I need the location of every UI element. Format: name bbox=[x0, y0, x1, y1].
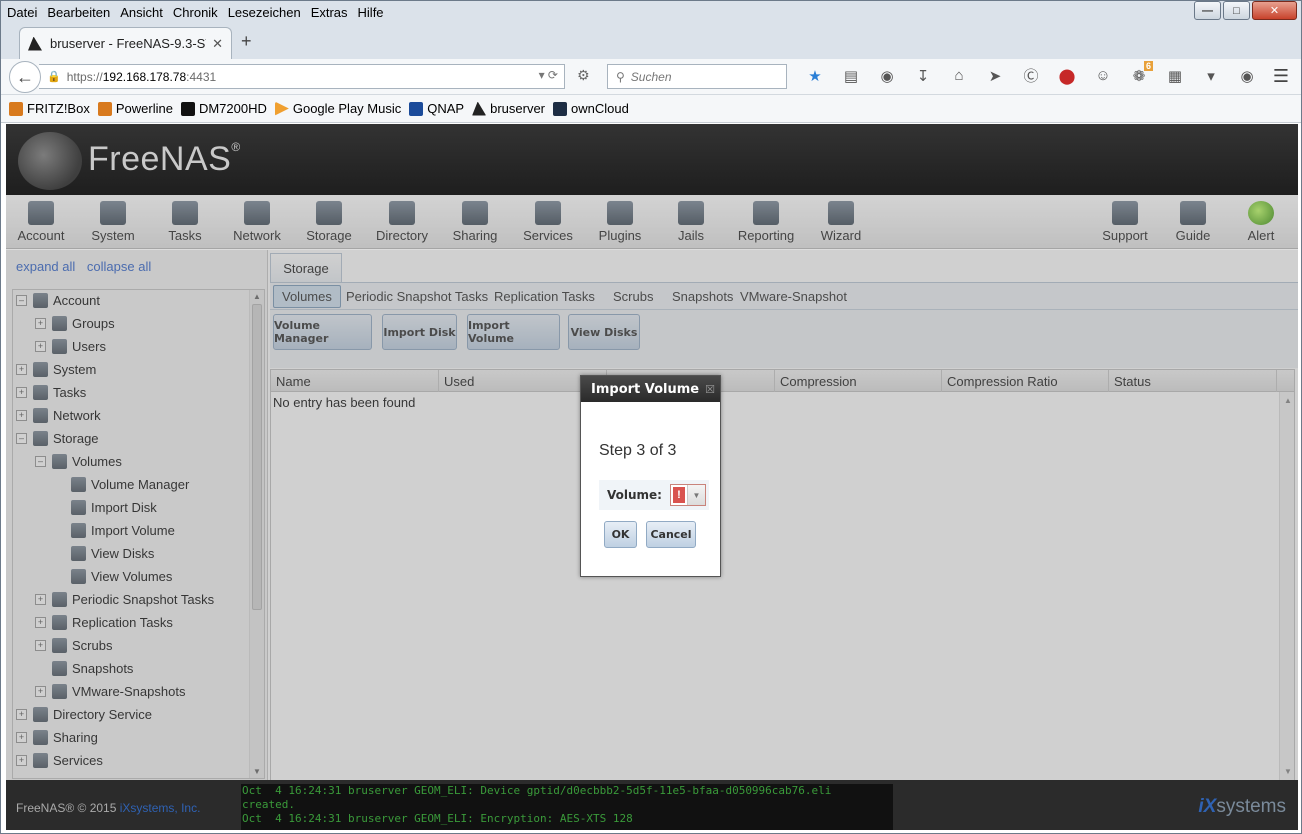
chat-icon[interactable]: ☺ bbox=[1085, 67, 1121, 84]
ok-button[interactable]: OK bbox=[604, 521, 637, 548]
ixsystems-logo: iXsystems bbox=[1198, 796, 1286, 817]
bookmark-label: Google Play Music bbox=[292, 101, 402, 116]
menu-lesezeichen[interactable]: Lesezeichen bbox=[228, 5, 301, 20]
chevron-down-icon[interactable]: ▼ bbox=[686, 485, 705, 505]
search-placeholder: Suchen bbox=[630, 69, 672, 84]
clipboard-icon[interactable]: ▦ bbox=[1157, 67, 1193, 85]
bookmark-label: ownCloud bbox=[571, 101, 629, 116]
console-log: Oct 4 16:24:31 bruserver GEOM_ELI: Devic… bbox=[241, 784, 893, 830]
volume-select[interactable]: ! ▼ bbox=[669, 484, 706, 506]
download-icon[interactable]: ↧ bbox=[905, 67, 941, 85]
browser-window: Datei Bearbeiten Ansicht Chronik Lesezei… bbox=[0, 0, 1302, 834]
search-icon: ⚲ bbox=[616, 69, 625, 84]
app-footer: FreeNAS® © 2015 iXsystems, Inc. Oct 4 16… bbox=[6, 780, 1298, 830]
bookmark-fritzbox[interactable]: FRITZ!Box bbox=[9, 101, 90, 116]
back-button[interactable]: ← bbox=[9, 61, 41, 93]
dialog-title: Import Volume bbox=[591, 381, 700, 397]
menu-extras[interactable]: Extras bbox=[311, 5, 348, 20]
reading-list-icon[interactable]: ▤ bbox=[833, 67, 869, 85]
adblock-icon[interactable]: ⬤ bbox=[1049, 67, 1085, 85]
error-icon: ! bbox=[672, 487, 685, 503]
bookmark-label: QNAP bbox=[427, 101, 465, 116]
dropdown-icon[interactable]: ▾ bbox=[1193, 67, 1229, 85]
modal-overlay-toolbar bbox=[6, 195, 1298, 250]
console-line: created. bbox=[242, 798, 295, 811]
s-icon[interactable]: Ⓒ bbox=[1013, 65, 1049, 86]
bookmark-label: DM7200HD bbox=[198, 101, 267, 116]
key-icon[interactable]: ⚙ bbox=[577, 67, 590, 84]
freenas-favicon-icon bbox=[28, 36, 42, 51]
cancel-button[interactable]: Cancel bbox=[646, 521, 696, 548]
url-host: 192.168.178.78 bbox=[102, 69, 187, 84]
import-volume-dialog: Import Volume ☒ Step 3 of 3 Volume: ! ▼ … bbox=[580, 375, 721, 577]
bookmark-star-icon[interactable]: ★ bbox=[797, 67, 833, 85]
play-music-icon bbox=[274, 101, 289, 116]
bookmark-qnap[interactable]: QNAP bbox=[409, 101, 464, 116]
powerline-icon bbox=[97, 101, 112, 116]
volume-form-row: Volume: ! ▼ bbox=[599, 480, 709, 510]
menu-bar: Datei Bearbeiten Ansicht Chronik Lesezei… bbox=[1, 1, 1301, 23]
dialog-step: Step 3 of 3 bbox=[599, 442, 677, 459]
menu-datei[interactable]: Datei bbox=[7, 5, 37, 20]
maximize-button[interactable]: □ bbox=[1223, 1, 1250, 20]
fritzbox-icon bbox=[9, 101, 23, 116]
bruserver-icon bbox=[472, 101, 487, 116]
url-port: :4431 bbox=[186, 69, 217, 84]
reload-icon[interactable]: ▾ ⟳ bbox=[539, 68, 558, 82]
bookmark-label: Powerline bbox=[115, 101, 173, 116]
copyright: FreeNAS® © 2015 iXsystems, Inc. bbox=[16, 801, 201, 815]
lock-icon: 🔒 bbox=[47, 71, 61, 83]
freenas-logo-icon bbox=[18, 132, 82, 190]
bookmark-label: FRITZ!Box bbox=[27, 101, 90, 116]
send-icon[interactable]: ➤ bbox=[977, 67, 1013, 85]
dialog-close-icon[interactable]: ☒ bbox=[705, 383, 715, 396]
bookmarks-bar: FRITZ!Box Powerline DM7200HD Google Play… bbox=[1, 95, 1301, 123]
minimize-button[interactable]: — bbox=[1194, 1, 1221, 20]
ghostery-icon[interactable]: ◉ bbox=[1229, 67, 1265, 85]
pocket-icon[interactable]: ◉ bbox=[869, 67, 905, 85]
url-bar[interactable]: 🔒 https://192.168.178.78:4431 ▾ ⟳ bbox=[39, 64, 565, 89]
tab-title: bruserver - FreeNAS-9.3-ST... bbox=[50, 36, 207, 51]
bookmark-owncloud[interactable]: ownCloud bbox=[553, 101, 629, 116]
menu-hilfe[interactable]: Hilfe bbox=[358, 5, 384, 20]
freenas-app: FreeNAS® Account System Tasks Network St… bbox=[6, 124, 1298, 830]
window-controls: — □ ✕ bbox=[1194, 1, 1297, 20]
app-header: FreeNAS® bbox=[6, 124, 1298, 195]
close-tab-icon[interactable]: ✕ bbox=[212, 36, 223, 52]
console-line: Oct 4 16:24:31 bruserver GEOM_ELI: Devic… bbox=[242, 784, 832, 797]
company-link[interactable]: iXsystems, Inc. bbox=[120, 801, 201, 815]
search-input[interactable]: ⚲ Suchen bbox=[607, 64, 787, 89]
modal-overlay bbox=[270, 250, 1298, 780]
tab-bar: bruserver - FreeNAS-9.3-ST... ✕ + bbox=[1, 23, 1301, 59]
menu-ansicht[interactable]: Ansicht bbox=[120, 5, 163, 20]
home-icon[interactable]: ⌂ bbox=[941, 67, 977, 84]
toolbar-icons: ★ ▤ ◉ ↧ ⌂ ➤ Ⓒ ⬤ ☺ ❁ 6 ▦ ▾ ◉ bbox=[797, 60, 1265, 86]
menu-chronik[interactable]: Chronik bbox=[173, 5, 218, 20]
menu-hamburger-icon[interactable]: ☰ bbox=[1273, 66, 1289, 87]
notification-badge: 6 bbox=[1143, 60, 1153, 71]
owncloud-icon bbox=[553, 101, 568, 116]
new-tab-icon[interactable]: + bbox=[241, 31, 252, 52]
dialog-titlebar: Import Volume ☒ bbox=[581, 376, 720, 402]
close-window-button[interactable]: ✕ bbox=[1252, 1, 1297, 20]
modal-overlay-left bbox=[6, 250, 270, 780]
dm7200hd-icon bbox=[180, 101, 195, 116]
url-scheme: https:// bbox=[66, 69, 103, 84]
console-line: Oct 4 16:24:31 bruserver GEOM_ELI: Encry… bbox=[242, 812, 633, 825]
qnap-icon bbox=[409, 101, 424, 116]
notification-icon[interactable]: ❁ 6 bbox=[1121, 60, 1157, 85]
browser-tab[interactable]: bruserver - FreeNAS-9.3-ST... ✕ bbox=[19, 27, 232, 59]
volume-label: Volume: bbox=[607, 488, 662, 502]
menu-bearbeiten[interactable]: Bearbeiten bbox=[47, 5, 110, 20]
bookmark-dm7200hd[interactable]: DM7200HD bbox=[180, 101, 267, 116]
bookmark-label: bruserver bbox=[490, 101, 546, 116]
bookmark-bruserver[interactable]: bruserver bbox=[472, 101, 545, 116]
freenas-logo-text: FreeNAS® bbox=[88, 140, 241, 178]
nav-bar: 🔒 https://192.168.178.78:4431 ▾ ⟳ ← ⚙ ⚲ … bbox=[1, 59, 1301, 95]
bookmark-google-play-music[interactable]: Google Play Music bbox=[274, 101, 402, 116]
bookmark-powerline[interactable]: Powerline bbox=[97, 101, 173, 116]
